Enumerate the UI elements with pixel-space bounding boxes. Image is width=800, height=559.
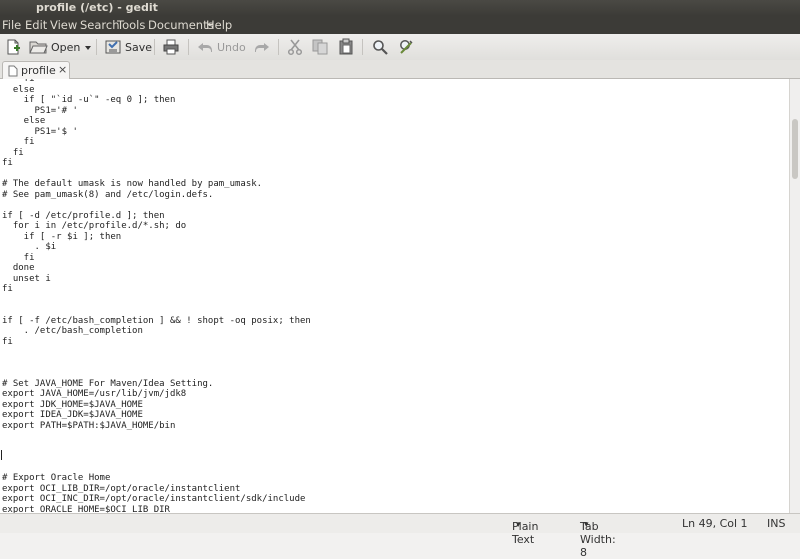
chevron-down-icon: ▾	[516, 520, 521, 530]
toolbar-divider	[96, 39, 97, 55]
close-icon[interactable]: ×	[58, 63, 67, 76]
save-icon	[104, 38, 122, 56]
save-label: Save	[125, 40, 153, 54]
text-cursor	[1, 450, 2, 460]
paste-button[interactable]	[337, 37, 355, 57]
text-file-icon	[8, 65, 18, 80]
title-bar: profile (/etc) - gedit	[0, 0, 800, 16]
undo-button[interactable]: Undo	[196, 37, 246, 57]
copy-button[interactable]	[311, 37, 329, 57]
menu-tools[interactable]: Tools	[117, 18, 145, 32]
save-button[interactable]: Save	[104, 37, 152, 57]
scrollbar-thumb[interactable]	[792, 119, 798, 179]
open-recent-dropdown[interactable]	[84, 37, 92, 57]
dropdown-arrow-icon	[84, 38, 92, 56]
find-replace-icon	[397, 38, 415, 56]
undo-icon	[196, 38, 214, 56]
menu-view[interactable]: View	[50, 18, 77, 32]
window-title: profile (/etc) - gedit	[36, 1, 158, 14]
status-bar: Plain Text ▾ Tab Width: 8 ▾ Ln 49, Col 1…	[0, 513, 800, 559]
menu-file[interactable]: File	[2, 18, 21, 32]
paste-icon	[337, 38, 355, 56]
redo-icon	[253, 38, 271, 56]
vertical-scrollbar[interactable]	[789, 79, 800, 513]
text-editor[interactable]: fi else if [ "`id -u`" -eq 0 ]; then PS1…	[0, 79, 789, 513]
search-icon	[371, 38, 389, 56]
print-button[interactable]	[162, 37, 180, 57]
toolbar-divider	[154, 39, 155, 55]
open-label: Open	[51, 40, 81, 54]
menu-edit[interactable]: Edit	[25, 18, 47, 32]
menu-search[interactable]: Search	[80, 18, 120, 32]
new-button[interactable]	[4, 37, 22, 57]
menu-help[interactable]: Help	[206, 18, 232, 32]
insert-mode: INS	[767, 517, 786, 530]
document-tab-strip: profile ×	[0, 60, 800, 79]
toolbar-divider	[362, 39, 363, 55]
print-icon	[162, 38, 180, 56]
menu-documents[interactable]: Documents	[148, 18, 214, 32]
tab-label: profile	[21, 64, 56, 77]
new-document-icon	[4, 38, 22, 56]
open-folder-icon	[28, 38, 48, 56]
search-button[interactable]	[371, 37, 389, 57]
undo-label: Undo	[217, 40, 246, 54]
copy-icon	[311, 38, 329, 56]
tab-profile[interactable]: profile ×	[2, 61, 70, 79]
editor-text: fi else if [ "`id -u`" -eq 0 ]; then PS1…	[2, 79, 311, 513]
find-replace-button[interactable]	[397, 37, 415, 57]
cursor-position: Ln 49, Col 1	[682, 517, 748, 530]
open-button[interactable]: Open	[28, 37, 80, 57]
redo-button[interactable]	[253, 37, 271, 57]
cut-icon	[286, 38, 304, 56]
toolbar: Open Save Undo	[0, 34, 800, 61]
toolbar-divider	[278, 39, 279, 55]
chevron-down-icon: ▾	[584, 520, 589, 530]
cut-button[interactable]	[286, 37, 304, 57]
toolbar-divider	[188, 39, 189, 55]
menu-bar: File Edit View Search Tools Documents He…	[0, 16, 800, 34]
